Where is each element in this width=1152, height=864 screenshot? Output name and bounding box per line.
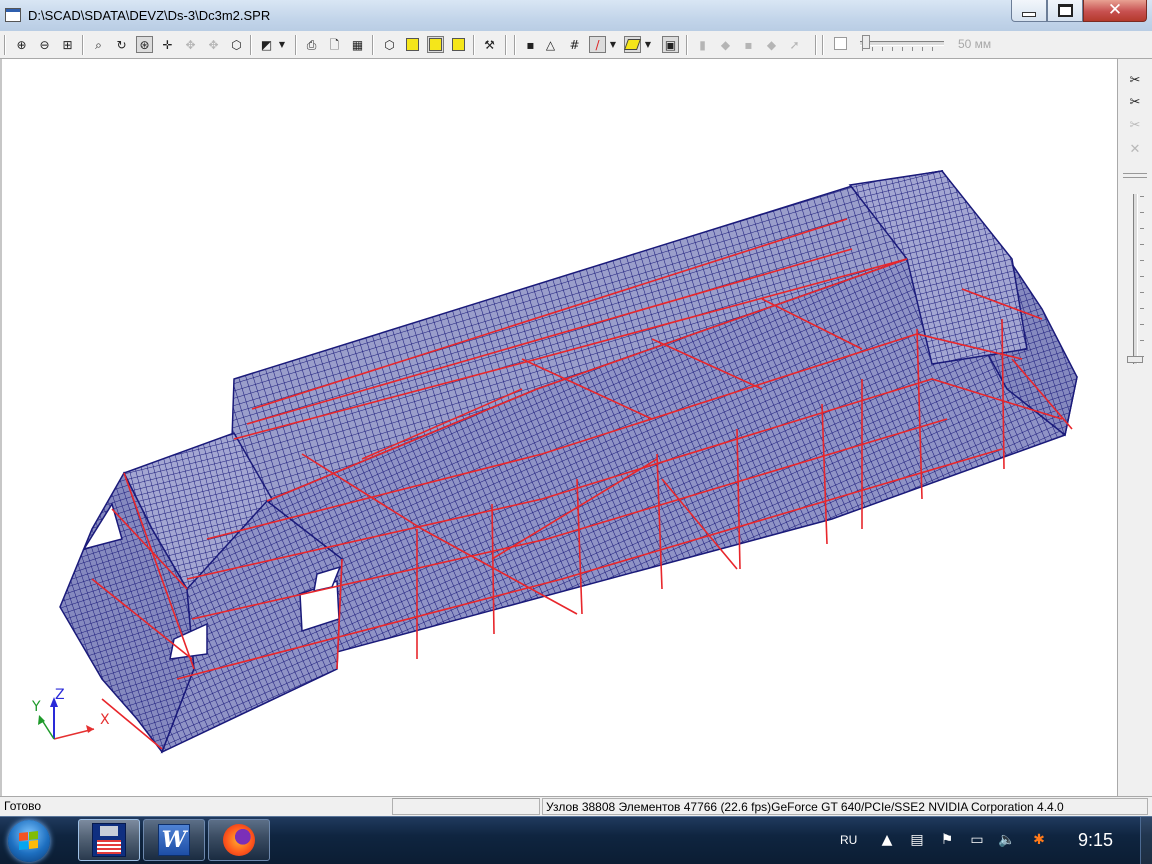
toolbar-grip — [4, 35, 6, 55]
box-view-icon[interactable]: ⬡ — [228, 36, 245, 53]
section-cube-icon[interactable]: ◩ — [258, 36, 275, 53]
rotate-free-icon[interactable]: ⊛ — [136, 36, 153, 53]
windows-taskbar: W RU ▲ ▤ ⚑ ▭ 🔈 ✱ 9:15 — [0, 816, 1152, 864]
restore-icon — [1057, 4, 1073, 17]
cut-off-icon[interactable]: ✂ — [1127, 117, 1143, 133]
avast-icon[interactable]: ✱ — [1030, 831, 1048, 849]
tray-app-icon[interactable]: ▤ — [908, 831, 926, 849]
cut-disabled-icon[interactable]: ✕ — [1127, 141, 1143, 157]
status-text: Готово — [4, 799, 42, 813]
action-center-flag-icon[interactable]: ⚑ — [938, 831, 956, 849]
disabled-tool-icon[interactable]: ▪ — [740, 36, 757, 53]
section-slider-thumb[interactable] — [1127, 356, 1143, 363]
yellow-cube-icon — [406, 38, 419, 51]
scale-unit-label: 50 мм — [958, 37, 992, 51]
tools-icon[interactable]: ⚒ — [481, 36, 498, 53]
clock[interactable]: 9:15 — [1078, 830, 1113, 851]
network-icon[interactable]: ▭ — [968, 831, 986, 849]
close-button[interactable]: ✕ — [1083, 0, 1147, 22]
zoom-in-icon[interactable]: ⊕ — [13, 36, 30, 53]
line-color-icon[interactable]: / — [589, 36, 606, 53]
section-slider-ticks — [1140, 196, 1144, 362]
shaded-icon[interactable] — [404, 36, 421, 53]
parallelogram-icon — [623, 39, 642, 50]
disabled-tool-icon[interactable]: ▮ — [694, 36, 711, 53]
windows-logo-icon — [19, 831, 39, 851]
chevron-down-icon[interactable]: ▼ — [608, 36, 618, 53]
zoom-all-icon[interactable]: ⌕ — [90, 36, 107, 53]
minimize-button[interactable] — [1011, 0, 1047, 22]
axis-triad — [38, 697, 95, 740]
window-title: D:\SCAD\SDATA\DEVZ\Ds-3\Dc3m2.SPR — [28, 8, 271, 23]
export-icon[interactable]: ▦ — [349, 36, 366, 53]
move-icon[interactable]: ✥ — [182, 36, 199, 53]
scad-floppy-icon — [92, 823, 126, 857]
status-pane — [392, 798, 540, 815]
maximize-button[interactable] — [1047, 0, 1083, 22]
language-indicator[interactable]: RU — [840, 833, 857, 847]
axis-label-x: X — [100, 712, 110, 728]
print-icon[interactable]: ⎙ — [303, 36, 320, 53]
zoom-window-icon[interactable]: ⊞ — [59, 36, 76, 53]
tray-overflow-icon[interactable]: ▲ — [878, 831, 896, 849]
firefox-icon — [223, 824, 255, 856]
cut-section-icon[interactable]: ✂ — [1127, 72, 1143, 88]
zoom-out-icon[interactable]: ⊖ — [36, 36, 53, 53]
toolbar-separator — [372, 35, 374, 55]
status-bar: Готово Узлов 38808 Элементов 47766 (22.6… — [0, 796, 1152, 816]
chevron-down-icon[interactable]: ▼ — [643, 36, 653, 53]
grid-icon[interactable]: # — [566, 36, 583, 53]
toolbar-separator — [295, 35, 297, 55]
panel-grip — [1123, 173, 1147, 178]
fe-model-view[interactable] — [2, 59, 1117, 796]
element-icon[interactable]: △ — [542, 36, 559, 53]
model-viewport[interactable]: X Y Z — [0, 59, 1117, 796]
taskbar-app-firefox[interactable] — [208, 819, 270, 861]
word-icon: W — [158, 824, 190, 856]
frame-icon[interactable]: ▣ — [662, 36, 679, 53]
taskbar-app-scad[interactable] — [78, 819, 140, 861]
toolbar-separator — [686, 35, 688, 55]
node-icon[interactable]: ▪ — [522, 36, 539, 53]
axis-label-y: Y — [32, 699, 41, 715]
volume-icon[interactable]: 🔈 — [998, 831, 1016, 849]
minimize-icon — [1022, 12, 1036, 17]
chevron-down-icon[interactable]: ▼ — [277, 36, 287, 53]
close-icon: ✕ — [1107, 0, 1123, 20]
wireframe-icon[interactable]: ⬡ — [381, 36, 398, 53]
toolbar-grip — [514, 35, 516, 55]
scale-checkbox[interactable] — [834, 37, 847, 50]
toolbar-grip — [822, 35, 824, 55]
perspective-icon[interactable]: ✥ — [205, 36, 222, 53]
pan-icon[interactable]: ✛ — [159, 36, 176, 53]
preview-icon[interactable]: 🗋 — [326, 36, 343, 53]
axis-label-z: Z — [55, 687, 65, 703]
app-icon[interactable] — [5, 8, 21, 22]
yellow-cube-icon — [452, 38, 465, 51]
model-info: Узлов 38808 Элементов 47766 (22.6 fps)Ge… — [542, 798, 1148, 815]
toolbar-separator — [473, 35, 475, 55]
toolbar-separator — [505, 35, 507, 55]
section-toolbar: ✂ ✂ ✂ ✕ — [1117, 59, 1152, 796]
yellow-cube-icon — [429, 38, 442, 51]
taskbar-app-word[interactable]: W — [143, 819, 205, 861]
fill-color-icon[interactable] — [623, 36, 642, 53]
scale-slider-thumb[interactable] — [862, 35, 870, 49]
solid-edges-icon[interactable] — [450, 36, 467, 53]
scale-slider-ticks — [862, 47, 942, 51]
toolbar-separator — [250, 35, 252, 55]
start-button[interactable] — [8, 820, 50, 862]
show-desktop-button[interactable] — [1140, 817, 1152, 864]
disabled-tool-icon[interactable]: ➚ — [786, 36, 803, 53]
disabled-tool-icon[interactable]: ◆ — [763, 36, 780, 53]
rotate-icon[interactable]: ↻ — [113, 36, 130, 53]
title-bar: D:\SCAD\SDATA\DEVZ\Ds-3\Dc3m2.SPR ✕ — [0, 0, 1152, 31]
cut-plane-icon[interactable]: ✂ — [1127, 94, 1143, 110]
scale-slider-track[interactable] — [860, 41, 944, 46]
solid-icon[interactable] — [427, 36, 444, 53]
disabled-tool-icon[interactable]: ◆ — [717, 36, 734, 53]
section-slider-track[interactable] — [1133, 194, 1138, 364]
toolbar-separator — [815, 35, 817, 55]
toolbar-separator — [82, 35, 84, 55]
